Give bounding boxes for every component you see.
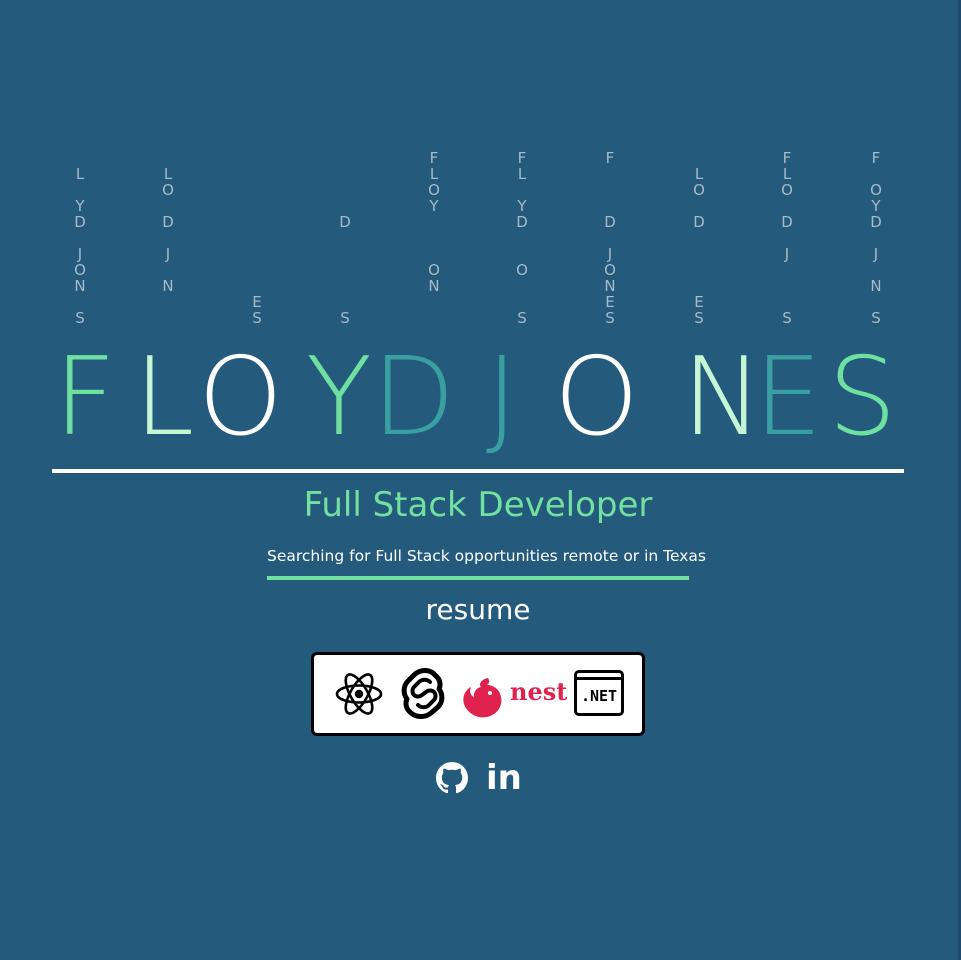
dotnet-label: .NET [580,687,618,705]
rain-letter: J [784,245,790,263]
rain-letter: D [162,213,174,231]
name-letter: O [554,335,640,460]
rain-letter: D [339,213,351,231]
rain-letter: S [252,309,262,327]
rain-letter: O [428,261,440,279]
rain-letter: N [74,277,86,295]
name-letter: E [754,335,823,460]
name-letter: N [682,335,763,460]
linkedin-icon[interactable]: in [486,758,522,798]
rain-letter: O [428,181,440,199]
rain-letter: D [604,213,616,231]
rain-letter: F [517,149,527,167]
rain-letter: J [165,245,171,263]
rain-letter: S [605,309,615,327]
rain-letter: D [870,213,882,231]
rain-letter: L [429,165,439,183]
rain-letter: E [694,293,704,311]
rain-letter: L [782,165,792,183]
rain-letter: Y [517,197,527,215]
name-letter: F [54,335,117,460]
rain-letter: S [517,309,527,327]
rain-letter: E [605,293,615,311]
rain-letter: E [252,293,262,311]
rain-letter: N [428,277,440,295]
nestjs-label: nest [510,677,568,706]
rain-letter: L [517,165,527,183]
nestjs-icon [463,678,502,718]
name-letter: Y [306,335,372,460]
react-icon [335,673,383,715]
rain-letter: L [75,165,85,183]
tagline-underline [267,576,689,580]
rain-letter: D [693,213,705,231]
resume-link[interactable]: resume [0,590,956,630]
rain-letter: N [604,277,616,295]
rain-letter: O [870,181,882,199]
name-letter: J [486,335,518,460]
dotnet-icon-bar [577,677,621,680]
name-letter: L [134,335,195,460]
rain-letter: D [74,213,86,231]
rain-letter: S [694,309,704,327]
name-divider [52,469,904,473]
rain-letter: L [163,165,173,183]
rain-letter: F [871,149,881,167]
rain-letter: O [693,181,705,199]
rain-letter: O [604,261,616,279]
rain-letter: D [781,213,793,231]
rain-letter: N [162,277,174,295]
rain-letter: F [429,149,439,167]
github-icon[interactable] [436,762,468,794]
rain-letter: J [77,245,83,263]
rain-letter: J [873,245,879,263]
rain-letter: S [782,309,792,327]
rain-letter: J [607,245,613,263]
rain-letter: Y [75,197,85,215]
job-title: Full Stack Developer [303,485,653,525]
rain-letter: O [781,181,793,199]
rain-letter: O [162,181,174,199]
rain-letter: O [516,261,528,279]
tagline: Searching for Full Stack opportunities r… [267,547,707,565]
rain-letter: F [605,149,615,167]
rain-letter: Y [871,197,881,215]
tech-stack-panel: nest .NET [311,652,645,736]
svelte-icon [401,668,445,719]
rain-letter: S [871,309,881,327]
name-letter: D [372,335,456,460]
rain-letter: N [870,277,882,295]
rain-letter: S [75,309,85,327]
rain-letter: Y [429,197,439,215]
name-letter: O [198,335,284,460]
rain-letter: S [340,309,350,327]
rain-letter: O [74,261,86,279]
rain-letter: D [516,213,528,231]
hero-name: FLOYDJONES [54,338,914,458]
dotnet-icon: .NET [574,670,624,716]
rain-letter: L [694,165,704,183]
rain-letter: F [782,149,792,167]
name-letter: S [828,335,897,460]
